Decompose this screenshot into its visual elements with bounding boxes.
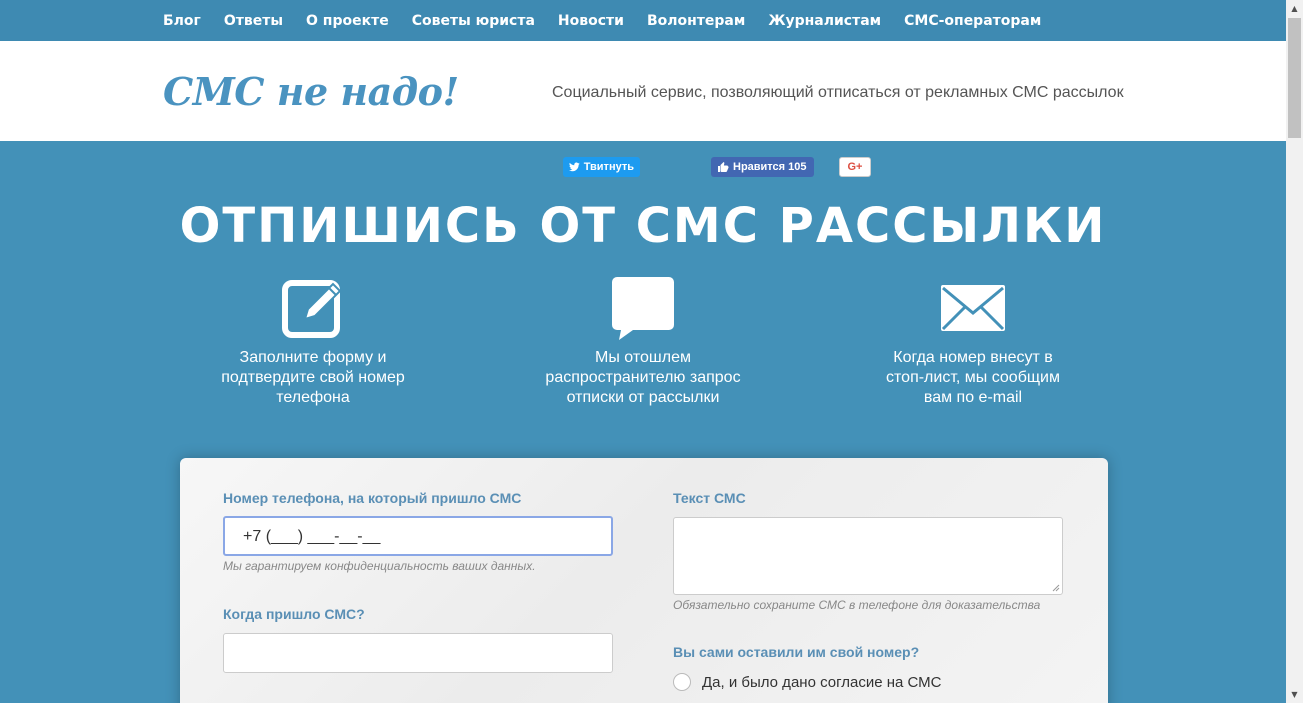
step-send-request: Мы отошлем распространителю запрос отпис… bbox=[528, 275, 758, 408]
scroll-up-icon[interactable]: ▲ bbox=[1286, 0, 1303, 17]
unsubscribe-form: Номер телефона, на который пришло СМС +7… bbox=[180, 458, 1108, 703]
resize-handle-icon[interactable] bbox=[1052, 584, 1060, 592]
like-label: Нравится 105 bbox=[733, 161, 807, 173]
phone-input[interactable]: +7 (___) ___-__-__ bbox=[223, 516, 613, 556]
sms-text-label: Текст СМС bbox=[673, 490, 746, 506]
radio-circle[interactable] bbox=[673, 673, 691, 691]
edit-icon bbox=[198, 275, 428, 343]
nav-item-volunteers[interactable]: Волонтерам bbox=[647, 13, 745, 29]
step-email-notice: Когда номер внесут в стоп-лист, мы сообщ… bbox=[858, 275, 1088, 408]
nav-item-blog[interactable]: Блог bbox=[163, 13, 201, 29]
scroll-down-icon[interactable]: ▼ bbox=[1286, 686, 1303, 703]
step-text-line: Мы отошлем bbox=[595, 349, 691, 366]
site-tagline: Социальный сервис, позволяющий отписатьс… bbox=[552, 84, 1124, 101]
step-text-line: отписки от рассылки bbox=[566, 389, 720, 406]
nav-item-lawyer-tips[interactable]: Советы юриста bbox=[412, 13, 535, 29]
hero-title: ОТПИШИСЬ ОТ СМС РАССЫЛКИ bbox=[179, 198, 1107, 254]
sms-text-hint: Обязательно сохраните СМС в телефоне для… bbox=[673, 598, 1041, 612]
twitter-icon bbox=[569, 162, 580, 172]
step-text-line: стоп-лист, мы сообщим bbox=[886, 369, 1060, 386]
step-text-line: Когда номер внесут в bbox=[893, 349, 1053, 366]
when-input[interactable] bbox=[223, 633, 613, 673]
facebook-like-button[interactable]: Нравится 105 bbox=[711, 157, 814, 177]
tweet-label: Твитнуть bbox=[583, 161, 634, 173]
top-nav: Блог Ответы О проекте Советы юриста Ново… bbox=[0, 0, 1286, 41]
nav-item-journalists[interactable]: Журналистам bbox=[768, 13, 881, 29]
when-label: Когда пришло СМС? bbox=[223, 606, 365, 622]
sms-text-textarea[interactable] bbox=[673, 517, 1063, 595]
step-text-line: Заполните форму и bbox=[239, 349, 387, 366]
nav-item-news[interactable]: Новости bbox=[558, 13, 624, 29]
step-text-line: вам по e-mail bbox=[923, 389, 1023, 406]
step-fill-form: Заполните форму и подтвердите свой номер… bbox=[198, 275, 428, 408]
gplus-button[interactable]: G+ bbox=[839, 157, 871, 177]
phone-hint: Мы гарантируем конфиденциальность ваших … bbox=[223, 559, 536, 573]
page-scrollbar[interactable]: ▲ ▼ bbox=[1286, 0, 1303, 703]
step-text-line: телефона bbox=[276, 389, 350, 406]
consent-option-label: Да, и было дано согласие на СМС bbox=[702, 673, 942, 691]
phone-value: +7 (___) ___-__-__ bbox=[243, 528, 381, 545]
nav-list: Блог Ответы О проекте Советы юриста Ново… bbox=[163, 0, 1064, 41]
nav-item-about[interactable]: О проекте bbox=[306, 13, 389, 29]
site-logo[interactable]: СМС не надо! bbox=[163, 69, 459, 114]
envelope-icon bbox=[858, 275, 1088, 343]
gplus-label: G+ bbox=[847, 161, 863, 173]
scroll-thumb[interactable] bbox=[1288, 18, 1301, 138]
nav-item-sms-operators[interactable]: СМС-операторам bbox=[904, 13, 1041, 29]
consent-question: Вы сами оставили им свой номер? bbox=[673, 644, 920, 660]
site-header: СМС не надо! Социальный сервис, позволяю… bbox=[0, 41, 1286, 141]
step-text-line: распространителю запрос bbox=[545, 369, 741, 386]
phone-label: Номер телефона, на который пришло СМС bbox=[223, 490, 522, 506]
consent-radio-yes[interactable]: Да, и было дано согласие на СМС bbox=[673, 673, 942, 691]
thumbs-up-icon bbox=[718, 162, 729, 172]
nav-item-answers[interactable]: Ответы bbox=[224, 13, 283, 29]
step-text-line: подтвердите свой номер bbox=[221, 369, 405, 386]
tweet-button[interactable]: Твитнуть bbox=[563, 157, 640, 177]
speech-bubble-icon bbox=[528, 275, 758, 343]
